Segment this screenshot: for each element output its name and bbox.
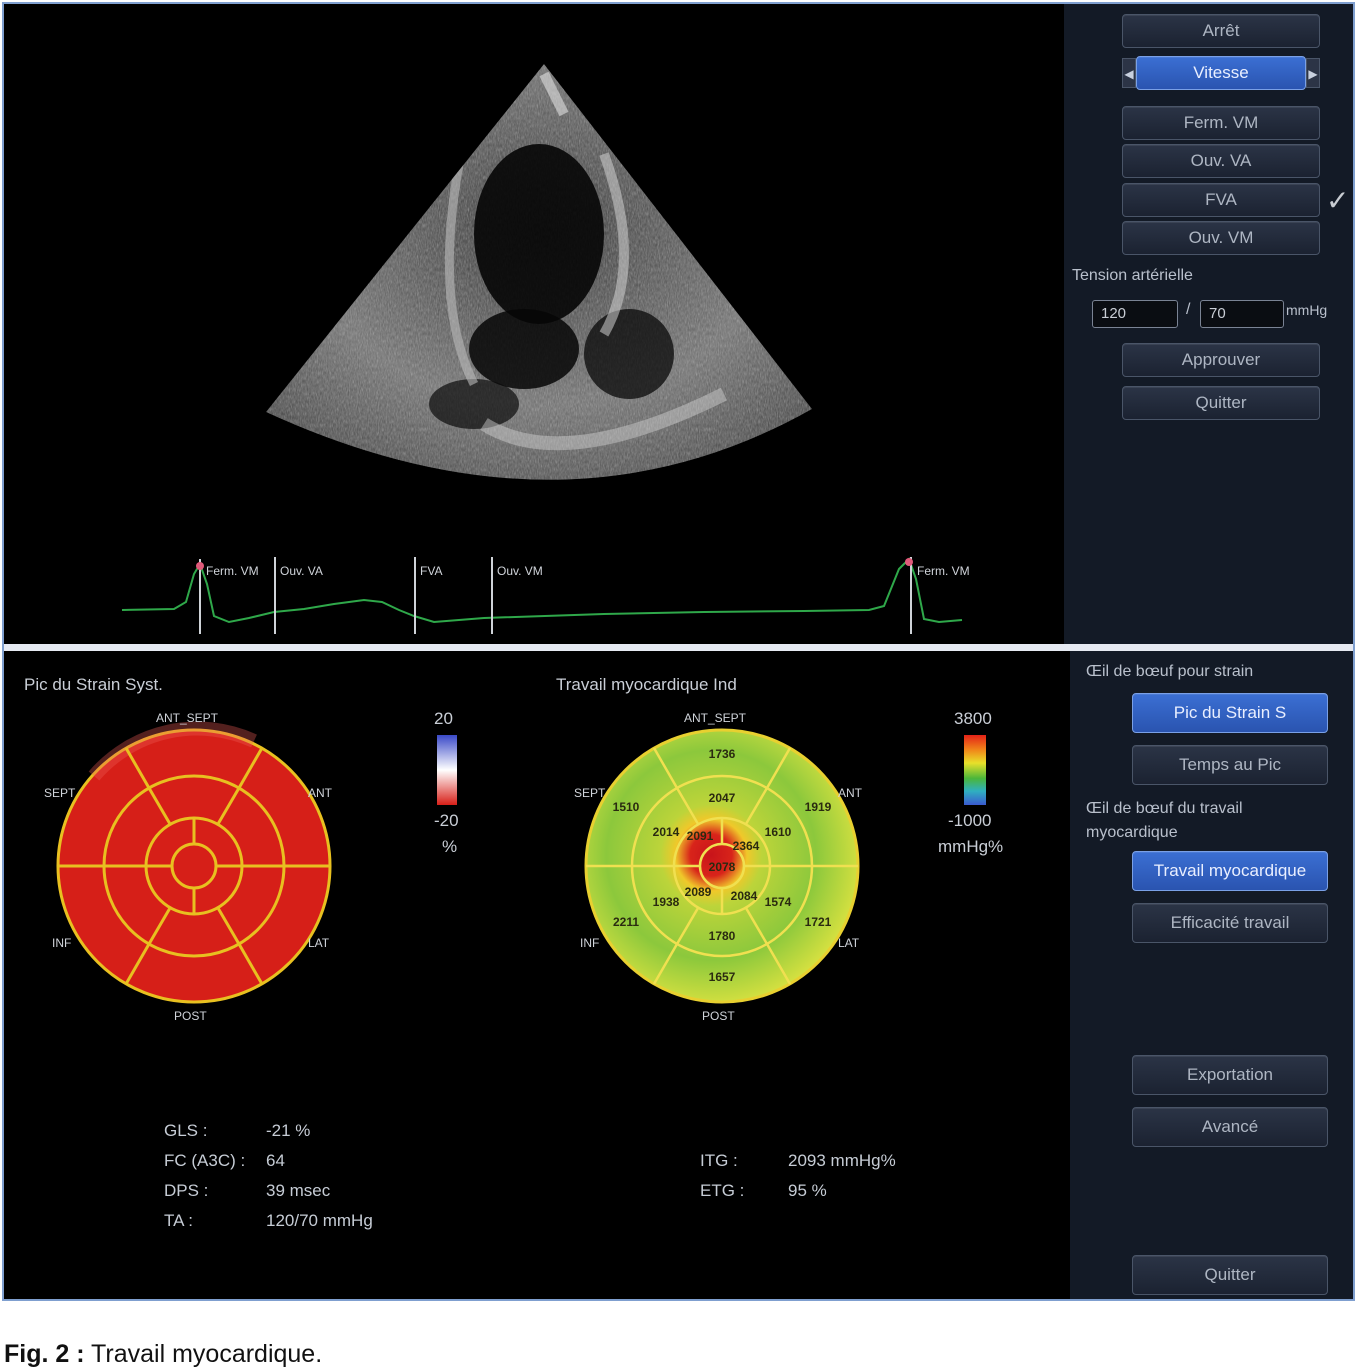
work-seg-mid-4: 1780	[709, 929, 736, 943]
aortic-close-button[interactable]: FVA	[1122, 183, 1320, 217]
ecg-label-2: Ouv. VA	[280, 564, 323, 578]
stop-button[interactable]: Arrêt	[1122, 14, 1320, 48]
work-label-bottom-right: LAT	[838, 936, 860, 950]
work-color-scale	[964, 735, 986, 805]
bullseye-control-panel: Œil de bœuf pour strain Pic du Strain S …	[1070, 651, 1353, 1299]
ecg-label-3: FVA	[420, 564, 443, 578]
strain-color-scale	[437, 735, 457, 805]
work-label-left: SEPT	[574, 786, 606, 800]
ecg-marker-dot	[905, 558, 913, 566]
strain-bullseye-label: Œil de bœuf pour strain	[1086, 663, 1254, 680]
blood-pressure-label: Tension artérielle	[1072, 267, 1193, 284]
strain-label-top: ANT_SEPT	[156, 711, 219, 725]
ecg-trace	[121, 557, 963, 634]
work-label-right: ANT	[838, 786, 862, 800]
work-seg-mid-6: 2014	[653, 825, 680, 839]
stat-ta-label: TA :	[164, 1211, 193, 1230]
export-button[interactable]: Exportation	[1132, 1055, 1328, 1095]
work-seg-mid-5: 1938	[653, 895, 680, 909]
quit-bottom-button[interactable]: Quitter	[1132, 1255, 1328, 1295]
work-seg-mid-3: 1574	[765, 895, 792, 909]
ecg-label-4: Ouv. VM	[497, 564, 543, 578]
work-seg-apex-4: 2089	[685, 885, 712, 899]
systolic-input[interactable]: 120	[1092, 300, 1178, 328]
strain-scale-top: 20	[434, 709, 453, 728]
ecg-label-5: Ferm. VM	[917, 564, 970, 578]
myocardial-work-button[interactable]: Travail myocardique	[1132, 851, 1328, 891]
work-seg-outer-5: 2211	[613, 915, 639, 929]
strain-label-bottom: POST	[174, 1009, 207, 1023]
speed-decrease-arrow[interactable]: ◀	[1122, 58, 1136, 88]
work-label-bottom: POST	[702, 1009, 735, 1023]
mitral-open-button[interactable]: Ouv. VM	[1122, 221, 1320, 255]
check-icon: ✓	[1326, 185, 1350, 216]
caption-prefix: Fig. 2 :	[4, 1340, 85, 1368]
caption-text: Travail myocardique.	[84, 1340, 323, 1368]
panel-divider	[4, 644, 1353, 651]
bullseye-panel: Pic du Strain Syst. Travail myocardique …	[4, 651, 1353, 1299]
stat-etg-label: ETG :	[700, 1181, 745, 1200]
strain-label-bottom-left: INF	[52, 936, 72, 950]
approve-button[interactable]: Approuver	[1122, 343, 1320, 377]
work-seg-apex-3: 2084	[731, 889, 758, 903]
advanced-button[interactable]: Avancé	[1132, 1107, 1328, 1147]
strain-scale-unit: %	[442, 837, 458, 856]
strain-bullseye	[56, 721, 332, 1004]
peak-strain-button[interactable]: Pic du Strain S	[1132, 693, 1328, 733]
work-seg-outer-1: 1736	[709, 747, 736, 761]
speed-button[interactable]: Vitesse	[1136, 56, 1306, 90]
work-scale-bottom: -1000	[948, 811, 992, 830]
stat-dps-label: DPS :	[164, 1181, 209, 1200]
work-efficiency-button[interactable]: Efficacité travail	[1132, 903, 1328, 943]
work-seg-mid-1: 2047	[709, 791, 736, 805]
mitral-close-button[interactable]: Ferm. VM	[1122, 106, 1320, 140]
stat-etg-value: 95 %	[788, 1181, 827, 1200]
work-seg-center: 2078	[709, 860, 736, 874]
strain-label-left: SEPT	[44, 786, 76, 800]
stat-ta-value: 120/70 mmHg	[266, 1211, 373, 1230]
work-label-bottom-left: INF	[580, 936, 600, 950]
aortic-open-button[interactable]: Ouv. VA	[1122, 144, 1320, 178]
quit-top-button[interactable]: Quitter	[1122, 386, 1320, 420]
stat-dps-value: 39 msec	[266, 1181, 331, 1200]
work-seg-outer-4: 1657	[709, 970, 736, 984]
application-window: Ferm. VM Ouv. VA FVA Ouv. VM Ferm. VM Ar…	[2, 2, 1355, 1301]
work-seg-outer-3: 1721	[805, 915, 832, 929]
strain-title: Pic du Strain Syst.	[24, 675, 163, 694]
bp-separator: /	[1186, 301, 1191, 318]
strain-label-bottom-right: LAT	[308, 936, 330, 950]
strain-label-right: ANT	[308, 786, 332, 800]
stat-hr-value: 64	[266, 1151, 285, 1170]
ecg-marker-dot	[196, 562, 204, 570]
stat-gls-value: -21 %	[266, 1121, 311, 1140]
speed-increase-arrow[interactable]: ▶	[1306, 58, 1320, 88]
figure-caption: Fig. 2 : Travail myocardique.	[4, 1340, 322, 1369]
stat-itg-value: 2093 mmHg%	[788, 1151, 896, 1170]
work-bullseye-label: Œil de bœuf du travail myocardique	[1086, 800, 1243, 841]
time-to-peak-button[interactable]: Temps au Pic	[1132, 745, 1328, 785]
work-title: Travail myocardique Ind	[556, 675, 737, 694]
work-seg-apex-1: 2091	[687, 829, 714, 843]
ecg-label-1: Ferm. VM	[206, 564, 259, 578]
work-label-top: ANT_SEPT	[684, 711, 747, 725]
stat-itg-label: ITG :	[700, 1151, 738, 1170]
diastolic-input[interactable]: 70	[1200, 300, 1284, 328]
event-control-panel: Arrêt ◀ Vitesse ▶ Ferm. VM Ouv. VA FVA ✓…	[1064, 4, 1353, 644]
work-seg-mid-2: 1610	[765, 825, 792, 839]
strain-scale-bottom: -20	[434, 811, 459, 830]
work-seg-outer-2: 1919	[805, 800, 832, 814]
work-seg-apex-2: 2364	[733, 839, 760, 853]
echo-view-panel: Ferm. VM Ouv. VA FVA Ouv. VM Ferm. VM Ar…	[4, 4, 1353, 644]
bp-unit: mmHg	[1286, 302, 1328, 318]
stat-hr-label: FC (A3C) :	[164, 1151, 246, 1170]
work-scale-unit: mmHg%	[938, 837, 1004, 856]
work-seg-outer-6: 1510	[613, 800, 640, 814]
work-scale-top: 3800	[954, 709, 992, 728]
stat-gls-label: GLS :	[164, 1121, 208, 1140]
work-bullseye: 1736 1919 1721 1657 2211 1510 2047 1610 …	[584, 728, 860, 1004]
